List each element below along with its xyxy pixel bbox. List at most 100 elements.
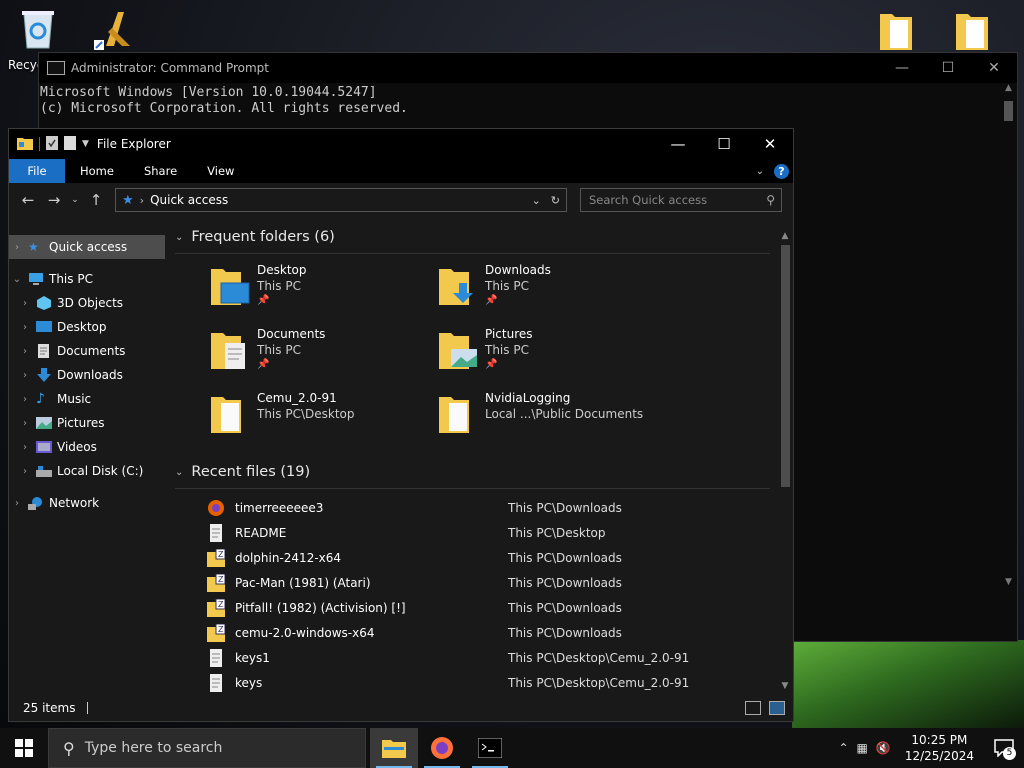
content-pane[interactable]: ⌄ Frequent folders (6) Desktop This PC 📌… [167,229,777,695]
recent-file-row[interactable]: keys1 This PC\Desktop\Cemu_2.0-91 [207,645,777,670]
nav-item-3d-objects[interactable]: › 3D Objects [9,291,173,315]
pin-icon[interactable]: 📌 [485,359,497,370]
pin-icon[interactable]: 📌 [257,295,269,306]
chevron-down-icon[interactable]: ⌄ [175,467,183,478]
nav-item-network[interactable]: › Network [9,491,165,515]
network-status-icon[interactable]: ▦ [853,741,872,755]
recent-file-row[interactable]: Z cemu-2.0-windows-x64 This PC\Downloads [207,620,777,645]
help-icon[interactable]: ? [774,163,789,179]
frequent-folders-header[interactable]: ⌄ Frequent folders (6) [175,229,770,254]
nav-item-this-pc[interactable]: ⌄ This PC [9,267,165,291]
recent-files-header[interactable]: ⌄ Recent files (19) [175,464,770,489]
nav-item-pictures[interactable]: › Pictures [9,411,173,435]
start-button[interactable] [0,728,48,768]
frequent-folder-item[interactable]: Documents This PC 📌 [211,327,431,383]
scroll-up-icon[interactable]: ▲ [777,231,793,241]
chevron-right-icon[interactable]: › [9,242,25,253]
cmd-scrollbar[interactable]: ▲ ▼ [1000,83,1017,641]
recent-locations-icon[interactable]: ⌄ [67,195,83,205]
taskbar-firefox-button[interactable] [418,728,466,768]
address-bar[interactable]: ★ › Quick access ⌄ ↻ [115,188,567,212]
recent-file-row[interactable]: Z Pac-Man (1981) (Atari) This PC\Downloa… [207,570,777,595]
nav-item-downloads[interactable]: › Downloads [9,363,173,387]
details-view-icon[interactable] [745,701,761,715]
file-explorer-window[interactable]: ▼ File Explorer — ☐ ✕ File Home Share Vi… [8,128,794,722]
explorer-titlebar[interactable]: ▼ File Explorer — ☐ ✕ [9,129,793,159]
frequent-folder-item[interactable]: Cemu_2.0-91 This PC\Desktop [211,391,431,447]
tab-file[interactable]: File [9,159,65,183]
shortcut-app-icon[interactable] [92,6,136,50]
cmd-maximize-button[interactable]: ☐ [925,53,971,83]
recent-file-row[interactable]: Z Pitfall! (1982) (Activision) [!] This … [207,595,777,620]
address-dropdown-icon[interactable]: ⌄ [532,194,541,207]
desktop-folder-icon[interactable] [878,8,922,52]
show-hidden-icons-chevron-icon[interactable]: ⌃ [834,741,852,755]
scroll-down-icon[interactable]: ▼ [777,681,793,691]
chevron-right-icon[interactable]: › [17,442,33,453]
frequent-folder-item[interactable]: NvidiaLogging Local ...\Public Documents [439,391,659,447]
frequent-folder-item[interactable]: Downloads This PC 📌 [439,263,659,319]
search-box[interactable]: Search Quick access ⚲ [580,188,782,212]
qat-dropdown-icon[interactable]: ▼ [82,139,89,149]
explorer-minimize-button[interactable]: — [655,129,701,159]
explorer-maximize-button[interactable]: ☐ [701,129,747,159]
new-folder-icon[interactable] [64,135,76,153]
chevron-right-icon[interactable]: › [17,370,33,381]
properties-icon[interactable] [46,135,58,153]
chevron-right-icon[interactable]: › [17,322,33,333]
chevron-down-icon[interactable]: ⌄ [175,232,183,243]
forward-arrow-icon[interactable]: → [41,191,67,209]
cmd-scroll-up-icon[interactable]: ▲ [1000,83,1017,93]
cmd-scroll-down-icon[interactable]: ▼ [1000,577,1017,587]
tab-view[interactable]: View [192,159,249,183]
up-arrow-icon[interactable]: ↑ [83,191,109,209]
chevron-right-icon[interactable]: › [17,346,33,357]
frequent-folder-item[interactable]: Desktop This PC 📌 [211,263,431,319]
chevron-right-icon[interactable]: › [17,418,33,429]
tab-home[interactable]: Home [65,159,129,183]
chevron-right-icon[interactable]: › [9,498,25,509]
recent-file-row[interactable]: Z dolphin-2412-x64 This PC\Downloads [207,545,777,570]
chevron-right-icon[interactable]: › [17,466,33,477]
expand-ribbon-icon[interactable]: ⌄ [756,166,764,177]
chevron-right-icon[interactable]: › [17,298,33,309]
nav-item-documents[interactable]: › Documents [9,339,173,363]
clock[interactable]: 10:25 PM 12/25/2024 [895,732,984,764]
nav-item-desktop[interactable]: › Desktop [9,315,173,339]
quick-access-star-icon: ★ [122,192,134,208]
action-center-button[interactable]: 5 [984,728,1024,768]
pin-icon[interactable]: 📌 [257,359,269,370]
nav-item-quick-access[interactable]: › ★ Quick access [9,235,165,259]
volume-muted-icon[interactable]: 🔇 [872,741,895,755]
content-scrollbar[interactable]: ▲ ▼ [777,229,793,695]
refresh-icon[interactable]: ↻ [551,194,560,207]
scroll-thumb[interactable] [781,245,790,487]
large-icons-view-icon[interactable] [769,701,785,715]
chevron-down-icon[interactable]: ⌄ [9,274,25,285]
cmd-scroll-thumb[interactable] [1004,101,1013,121]
recent-file-row[interactable]: README This PC\Desktop [207,520,777,545]
nav-item-videos[interactable]: › Videos [9,435,173,459]
taskbar-search-box[interactable]: ⚲ Type here to search [48,728,366,768]
desktop-folder-icon-2[interactable] [954,8,998,52]
cmd-titlebar[interactable]: Administrator: Command Prompt — ☐ ✕ [39,53,1017,83]
nav-item-music[interactable]: › ♪ Music [9,387,173,411]
back-arrow-icon[interactable]: ← [15,191,41,209]
drive-icon [36,464,52,478]
taskbar-file-explorer-button[interactable] [370,728,418,768]
explorer-close-button[interactable]: ✕ [747,129,793,159]
cmd-output[interactable]: Microsoft Windows [Version 10.0.19044.52… [39,83,1017,117]
tab-share[interactable]: Share [129,159,192,183]
taskbar-cmd-button[interactable] [466,728,514,768]
cmd-minimize-button[interactable]: — [879,53,925,83]
pin-icon[interactable]: 📌 [485,295,497,306]
chevron-right-icon[interactable]: › [17,394,33,405]
cmd-close-button[interactable]: ✕ [971,53,1017,83]
recent-file-row[interactable]: keys This PC\Desktop\Cemu_2.0-91 [207,670,777,695]
breadcrumb-chevron-icon[interactable]: › [140,194,144,207]
frequent-folder-item[interactable]: Pictures This PC 📌 [439,327,659,383]
recycle-bin-icon[interactable] [16,6,60,50]
breadcrumb-location[interactable]: Quick access [150,193,228,207]
nav-item-local-disk[interactable]: › Local Disk (C:) [9,459,173,483]
recent-file-row[interactable]: timerreeeeee3 This PC\Downloads [207,495,777,520]
